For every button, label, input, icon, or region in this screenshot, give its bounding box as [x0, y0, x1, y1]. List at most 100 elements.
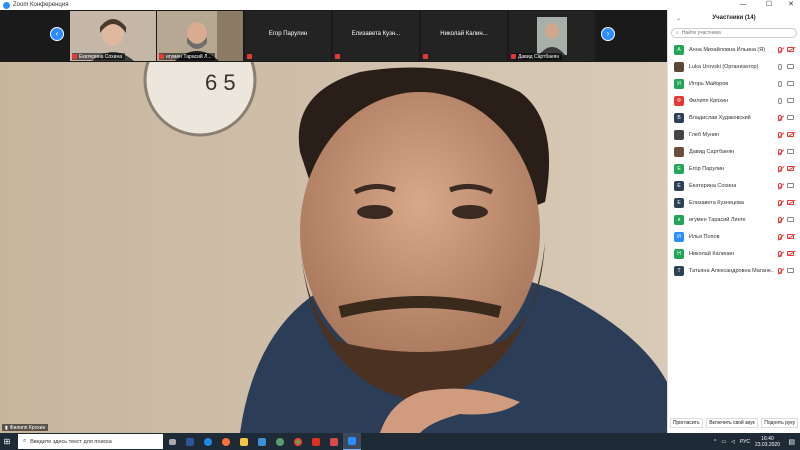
participant-row[interactable]: Е Екатерина Сохина — [668, 177, 800, 194]
maximize-button[interactable]: ☐ — [760, 0, 778, 10]
prev-page-button[interactable]: ‹ — [50, 27, 64, 41]
edge-icon[interactable] — [199, 433, 217, 450]
notifications-icon[interactable]: ▤ — [788, 438, 795, 446]
video-tile-2[interactable]: Егор Парулин — [245, 11, 331, 61]
tray-chevron-icon[interactable]: ^ — [714, 439, 716, 445]
active-speaker-video: 6 5 ▮ Филипп Крохин — [0, 62, 667, 433]
microphone-icon[interactable] — [778, 250, 782, 257]
participant-row[interactable]: Т Татьяна Александровна Магане... — [668, 262, 800, 279]
participant-name: Глеб Мунин — [689, 131, 720, 138]
camera-icon[interactable] — [787, 268, 794, 273]
chrome-icon[interactable] — [289, 433, 307, 450]
app-icon[interactable] — [271, 433, 289, 450]
participant-name: Давид Сартбаеян — [689, 148, 735, 155]
camera-icon[interactable] — [787, 64, 794, 69]
invite-button[interactable]: Пригласить — [669, 418, 703, 428]
participant-row[interactable]: И Игорь Майоров — [668, 75, 800, 92]
video-tile-3[interactable]: Елизавета Кузн... — [333, 11, 419, 61]
collapse-chevron-icon[interactable]: ⌄ — [676, 15, 681, 22]
microphone-icon[interactable] — [778, 80, 782, 87]
camera-icon[interactable] — [787, 132, 794, 137]
microphone-icon[interactable] — [778, 233, 782, 240]
microphone-icon[interactable] — [778, 165, 782, 172]
participant-status — [778, 97, 794, 104]
participant-name: Владислав Худаковский — [689, 114, 751, 121]
minimize-button[interactable]: — — [734, 0, 752, 10]
microphone-icon[interactable] — [778, 182, 782, 189]
participant-row[interactable]: и игумен Тарасий Линге — [668, 211, 800, 228]
participants-header: ⌄ Участники (14) — [668, 10, 800, 26]
muted-icon — [159, 54, 164, 59]
video-tile-4[interactable]: Николай Калин... — [421, 11, 507, 61]
camera-icon[interactable] — [787, 115, 794, 120]
microphone-icon[interactable] — [778, 97, 782, 104]
clock[interactable]: 16:40 23.03.2020 — [755, 436, 780, 448]
participant-row[interactable]: А Анна Михайловна Ильина (Я) — [668, 41, 800, 58]
participant-row[interactable]: И Илья Попов — [668, 228, 800, 245]
paint-icon[interactable] — [325, 433, 343, 450]
network-icon[interactable]: ▭ — [721, 439, 726, 445]
participant-row[interactable]: Н Николай Калинин — [668, 245, 800, 262]
search-icon: ⌕ — [676, 30, 679, 36]
meeting-area: ‹ Екатерина Сохина игумен Тарасий Л... Е… — [0, 10, 667, 433]
microphone-icon[interactable] — [778, 148, 782, 155]
camera-icon[interactable] — [787, 183, 794, 188]
avatar — [674, 129, 684, 140]
camera-icon[interactable] — [787, 200, 794, 205]
participant-row[interactable]: Давид Сартбаеян — [668, 143, 800, 160]
video-tile-1[interactable]: игумен Тарасий Л... — [157, 11, 243, 61]
close-button[interactable]: ✕ — [782, 0, 800, 10]
participant-row[interactable]: Luka Urovski (Организатор) — [668, 58, 800, 75]
next-page-button[interactable]: › — [601, 27, 615, 41]
word-icon[interactable] — [181, 433, 199, 450]
camera-icon[interactable] — [787, 149, 794, 154]
language-indicator[interactable]: РУС — [740, 439, 750, 445]
participant-search[interactable]: ⌕ — [671, 28, 797, 38]
camera-icon[interactable] — [787, 234, 794, 239]
volume-icon[interactable]: ◁ — [731, 439, 735, 445]
video-tile-5[interactable]: Давид Сартбаеян — [509, 11, 595, 61]
zoom-taskbar-icon[interactable] — [343, 433, 361, 450]
clock-date: 23.03.2020 — [754, 441, 780, 448]
avatar — [674, 61, 684, 72]
microphone-icon[interactable] — [778, 114, 782, 121]
camera-icon[interactable] — [787, 251, 794, 256]
taskbar-search[interactable]: ⌕ Введите здесь текст для поиска — [18, 434, 163, 449]
store-icon[interactable] — [253, 433, 271, 450]
windows-start-icon[interactable]: ⊞ — [0, 433, 14, 450]
microphone-icon[interactable] — [778, 131, 782, 138]
participant-name: Татьяна Александровна Магане... — [689, 267, 774, 274]
video-tile-0[interactable]: Екатерина Сохина — [70, 11, 156, 61]
participant-search-input[interactable] — [681, 30, 782, 36]
microphone-icon[interactable] — [778, 63, 782, 70]
camera-icon[interactable] — [787, 47, 794, 52]
camera-icon[interactable] — [787, 81, 794, 86]
participant-row[interactable]: Е Егор Парулин — [668, 160, 800, 177]
camera-icon[interactable] — [787, 217, 794, 222]
participant-name: Елизавета Кузнецова — [689, 199, 744, 206]
microphone-icon[interactable] — [778, 267, 782, 274]
participant-row[interactable]: В Владислав Худаковский — [668, 109, 800, 126]
svg-text:6 5: 6 5 — [205, 70, 236, 95]
participant-row[interactable]: Ф Филипп Крохин — [668, 92, 800, 109]
participant-row[interactable]: Глеб Мунин — [668, 126, 800, 143]
unmute-button[interactable]: Включить свой звук — [706, 418, 758, 428]
raise-hand-button[interactable]: Поднять руку — [761, 418, 799, 428]
file-explorer-icon[interactable] — [235, 433, 253, 450]
participant-status — [778, 267, 794, 274]
camera-icon[interactable] — [787, 166, 794, 171]
muted-icon — [423, 54, 428, 59]
tile-label: игумен Тарасий Л... — [159, 53, 215, 60]
microphone-icon[interactable] — [778, 46, 782, 53]
avatar: И — [674, 231, 684, 242]
participant-status — [778, 250, 794, 257]
participants-title: Участники (14) — [712, 15, 756, 21]
participant-row[interactable]: Е Елизавета Кузнецова — [668, 194, 800, 211]
microphone-icon[interactable] — [778, 199, 782, 206]
microphone-icon[interactable] — [778, 216, 782, 223]
firefox-icon[interactable] — [217, 433, 235, 450]
acrobat-icon[interactable] — [307, 433, 325, 450]
camera-icon[interactable] — [787, 98, 794, 103]
tile-label: Давид Сартбаеян — [511, 53, 563, 60]
task-view-icon[interactable] — [163, 433, 181, 450]
